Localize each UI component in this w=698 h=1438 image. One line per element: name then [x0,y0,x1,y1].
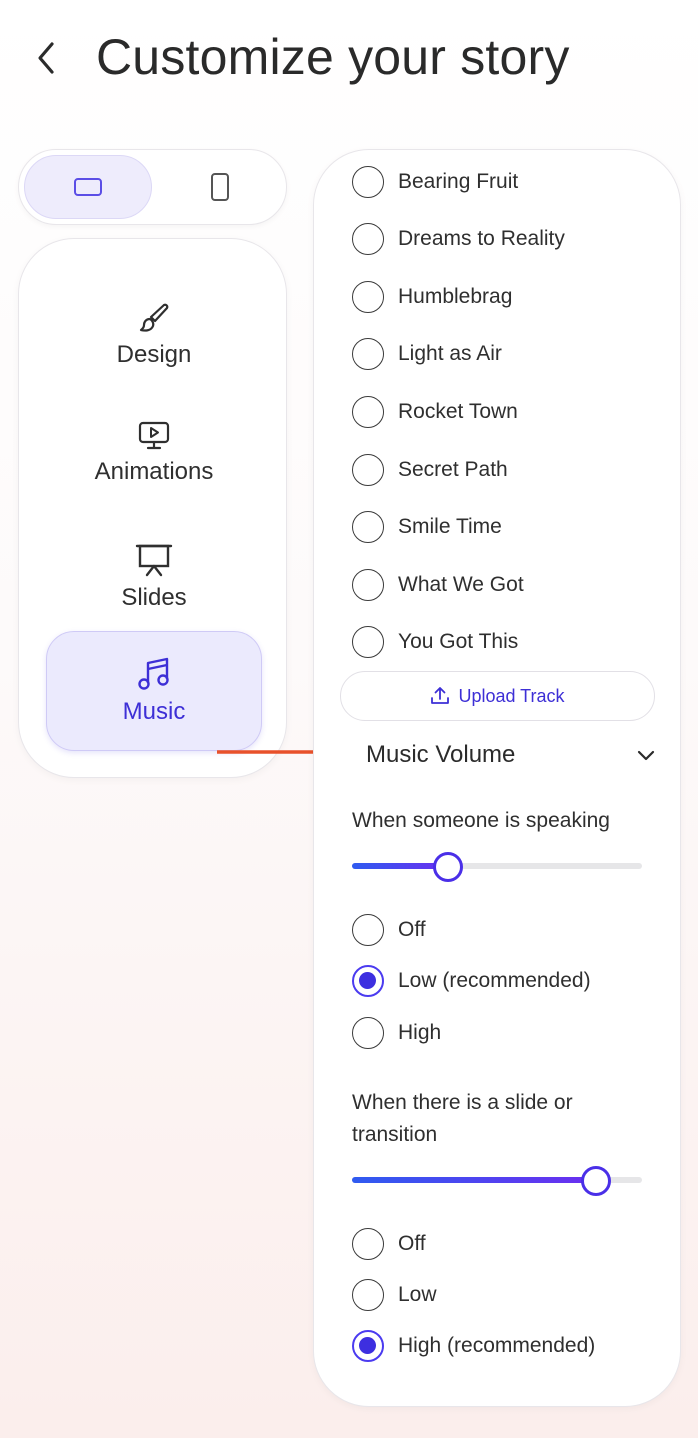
track-option[interactable]: Secret Path [352,453,508,487]
landscape-toggle-button[interactable] [24,155,152,219]
nav-item-label: Slides [121,584,187,611]
transition-volume-slider[interactable] [352,1164,642,1198]
track-label: Rocket Town [398,400,518,423]
track-label: Light as Air [398,342,502,365]
radio-button[interactable] [352,166,384,198]
transition-volume-option[interactable]: High (recommended) [352,1329,595,1363]
radio-button[interactable] [352,396,384,428]
brush-icon [139,303,169,332]
track-label: You Got This [398,630,519,653]
speaking-volume-option[interactable]: Low (recommended) [352,964,591,998]
track-option[interactable]: You Got This [352,625,518,659]
slider-thumb[interactable] [432,852,463,882]
track-option[interactable]: Rocket Town [352,395,518,429]
radio-button[interactable] [352,511,384,543]
music-volume-title: Music Volume [366,741,516,768]
radio-button[interactable] [352,914,384,946]
page-title: Customize your story [96,29,570,85]
option-label: High [398,1021,442,1044]
music-note-icon [138,657,169,690]
track-option[interactable]: Smile Time [352,510,502,544]
radio-button[interactable] [352,1017,384,1049]
monitor-play-icon [138,421,170,450]
nav-item-label: Music [122,698,186,725]
upload-track-label: Upload Track [458,685,565,706]
chevron-down-icon [637,750,655,761]
track-label: Humblebrag [398,285,513,308]
option-label: Low (recommended) [398,969,591,992]
speaking-volume-option[interactable]: Off [352,913,426,947]
track-label: Bearing Fruit [398,170,519,193]
track-label: Smile Time [398,515,502,538]
nav-item-slides[interactable]: Slides [46,517,262,637]
radio-button[interactable] [352,569,384,601]
music-panel: Bearing Fruit Dreams to Reality Humblebr… [313,149,681,1407]
customize-nav: Design Animations Slides Music [18,238,287,778]
presentation-icon [135,544,173,577]
speaking-volume-slider[interactable] [352,850,642,884]
track-option[interactable]: Bearing Fruit [352,165,518,199]
transition-volume-option[interactable]: Low [352,1278,437,1312]
upload-track-button[interactable]: Upload Track [340,671,655,721]
radio-button[interactable] [352,1279,384,1311]
track-label: What We Got [398,573,524,596]
header: Customize your story [0,0,698,120]
portrait-icon [211,173,229,201]
track-label: Secret Path [398,458,508,481]
landscape-icon [74,178,102,196]
option-label: Off [398,1232,426,1255]
track-option[interactable]: What We Got [352,568,524,602]
transition-volume-option[interactable]: Off [352,1227,426,1261]
radio-button[interactable] [352,338,384,370]
slider-fill [352,1177,596,1183]
nav-item-music[interactable]: Music [46,631,262,751]
radio-button[interactable] [352,223,384,255]
track-option[interactable]: Dreams to Reality [352,222,565,256]
nav-item-label: Animations [94,458,214,485]
device-toggle [18,149,287,225]
nav-item-label: Design [116,341,192,368]
radio-button[interactable] [352,1330,384,1362]
speaking-volume-label: When someone is speaking [352,809,610,832]
option-label: Low [398,1283,437,1306]
option-label: High (recommended) [398,1334,596,1357]
radio-button[interactable] [352,626,384,658]
transition-volume-label: When there is a slide or transition [352,1091,573,1146]
option-label: Off [398,918,426,941]
speaking-volume-option[interactable]: High [352,1016,441,1050]
track-option[interactable]: Humblebrag [352,280,512,314]
radio-button[interactable] [352,281,384,313]
music-volume-accordion[interactable]: Music Volume [366,735,656,775]
track-option[interactable]: Light as Air [352,337,502,371]
radio-button[interactable] [352,454,384,486]
portrait-toggle-button[interactable] [156,155,284,219]
nav-item-animations[interactable]: Animations [46,393,262,513]
track-label: Dreams to Reality [398,227,565,250]
radio-button[interactable] [352,1228,384,1260]
upload-icon [431,687,450,704]
nav-item-design[interactable]: Design [46,275,262,395]
slider-thumb[interactable] [580,1166,611,1196]
radio-button[interactable] [352,965,384,997]
chevron-left-icon [38,42,54,74]
back-button[interactable] [26,36,66,80]
